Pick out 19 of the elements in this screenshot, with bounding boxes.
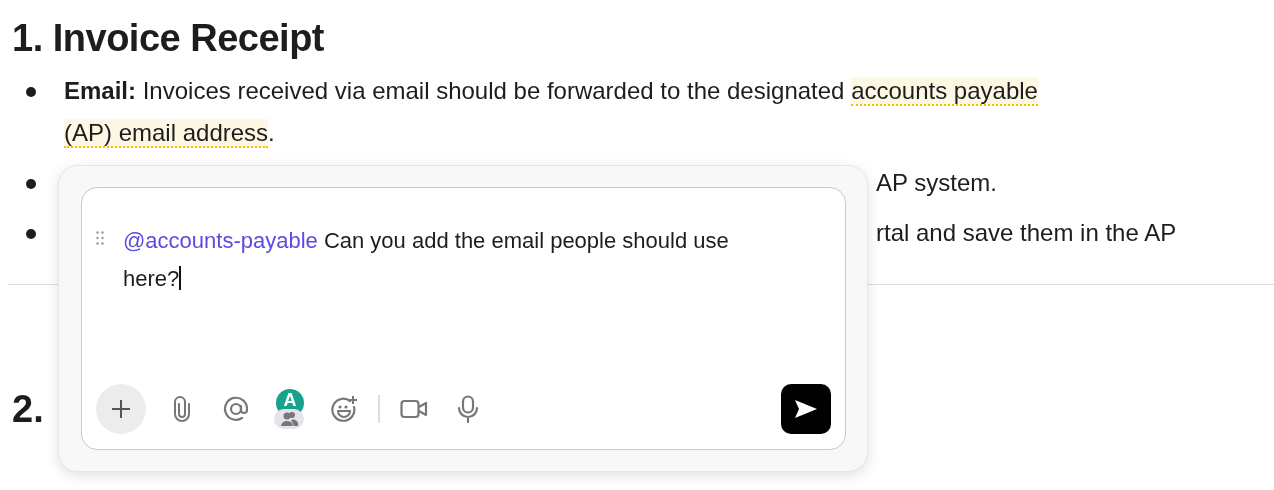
plus-icon: [110, 398, 132, 420]
text-cursor: [179, 266, 182, 290]
bullet-icon: [26, 229, 36, 239]
add-button[interactable]: [96, 384, 146, 434]
section-heading: 2.: [12, 387, 44, 432]
comment-highlight[interactable]: (AP) email address: [64, 119, 269, 148]
section-heading: 1. Invoice Receipt: [12, 16, 325, 61]
send-icon: [794, 399, 818, 419]
comment-input-box[interactable]: @accounts-payable Can you add the email people should use here? A: [81, 187, 846, 450]
bullet-text: rtal and save them in the AP: [876, 218, 1177, 248]
bullet-icon: [26, 179, 36, 189]
bullet-text: Email: Invoices received via email should be forwarded to the designated accounts payable (AP) email address.: [64, 76, 1039, 150]
send-button[interactable]: [781, 384, 831, 434]
comment-text: @accounts-payable Can you add the email people should use here?: [122, 227, 730, 293]
comment-highlight[interactable]: accounts payable: [851, 77, 1038, 106]
mention-link[interactable]: @accounts-payable: [123, 228, 318, 253]
drag-handle-icon[interactable]: [96, 231, 104, 245]
bullet-icon: [26, 87, 36, 97]
bullet-text: AP system.: [876, 168, 997, 198]
